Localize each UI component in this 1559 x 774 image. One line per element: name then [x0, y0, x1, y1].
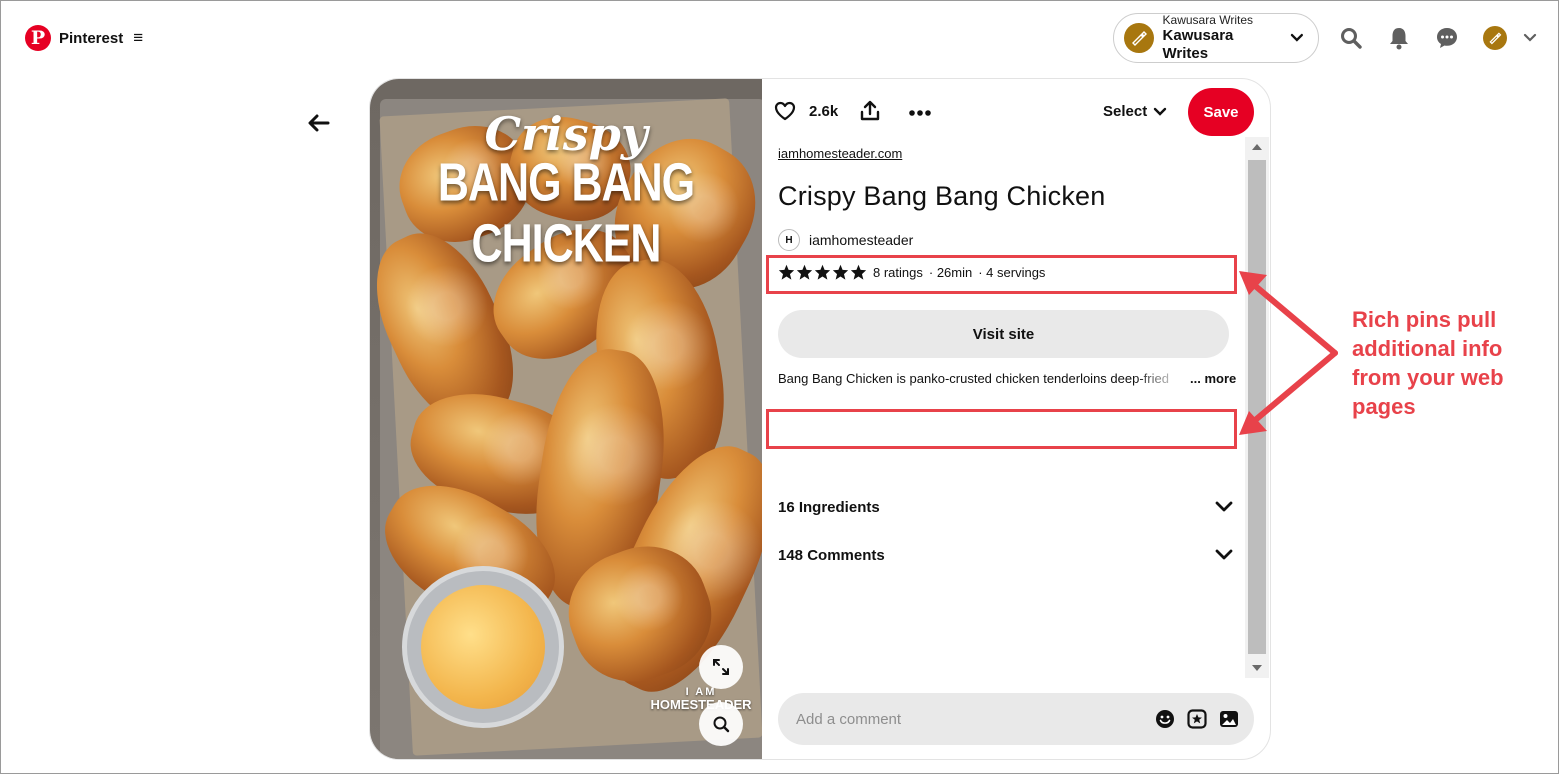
account-switcher[interactable]: Kawusara Writes Kawusara Writes: [1113, 13, 1319, 63]
account-avatar: [1124, 23, 1154, 53]
dipping-sauce-bowl: [402, 566, 564, 728]
bell-icon[interactable]: [1386, 25, 1412, 51]
chevron-down-icon: [1215, 501, 1233, 512]
brand-name: Pinterest: [59, 29, 124, 47]
account-label-small: Kawusara Writes: [1162, 12, 1254, 27]
comments-label: 148 Comments: [778, 546, 885, 564]
expand-image-button[interactable]: [699, 645, 743, 689]
board-select-label: Select: [1103, 103, 1148, 120]
comment-composer: [778, 693, 1254, 745]
watermark-line-2: HOMESTEADER: [650, 697, 752, 713]
chevron-down-icon: [1154, 107, 1167, 116]
creator-link[interactable]: H iamhomesteader: [778, 229, 913, 251]
image-watermark: I AM HOMESTEADER: [642, 686, 760, 712]
comment-input[interactable]: [796, 710, 1144, 728]
scroll-up-arrow-icon[interactable]: [1245, 137, 1269, 157]
lens-icon: [713, 716, 730, 733]
comments-accordion[interactable]: 148 Comments: [778, 538, 1233, 572]
emoji-icon[interactable]: [1154, 708, 1176, 730]
creator-logo: H: [778, 229, 800, 251]
account-menu-chevron-icon[interactable]: [1518, 25, 1542, 51]
profile-avatar[interactable]: [1483, 26, 1507, 50]
pinterest-home-link[interactable]: P Pinterest ≡: [25, 25, 143, 51]
rich-pin-meta-highlight: [766, 255, 1237, 294]
pen-icon: [1489, 32, 1502, 45]
description-text: Bang Bang Chicken is panko-crusted chick…: [778, 371, 1169, 386]
description-more-link[interactable]: ... more: [1190, 371, 1236, 386]
save-button[interactable]: Save: [1188, 88, 1254, 136]
pin-details-scroll: iamhomesteader.com Crispy Bang Bang Chic…: [762, 137, 1270, 678]
share-icon[interactable]: [860, 100, 880, 127]
scroll-down-arrow-icon[interactable]: [1245, 658, 1269, 678]
pin-title: Crispy Bang Bang Chicken: [778, 181, 1106, 211]
expand-icon: [713, 659, 729, 675]
search-icon[interactable]: [1338, 25, 1364, 51]
annotation-arrows: [1239, 271, 1338, 435]
sticker-icon[interactable]: [1186, 708, 1208, 730]
ingredients-label: 16 Ingredients: [778, 498, 880, 516]
pin-description: Bang Bang Chicken is panko-crusted chick…: [778, 371, 1237, 386]
visual-search-button[interactable]: [699, 702, 743, 746]
annotation-callout: Rich pins pull additional info from your…: [1352, 307, 1504, 419]
pinterest-logo-icon: P: [25, 25, 51, 51]
reaction-count: 2.6k: [809, 103, 839, 120]
more-options-icon[interactable]: [908, 104, 932, 122]
rich-pin-ingredients-highlight: [766, 409, 1237, 449]
pin-image[interactable]: Crispy BANG BANG CHICKEN I AM HOMESTEADE…: [370, 79, 762, 759]
pin-toolbar: 2.6k Select Save: [762, 79, 1270, 145]
back-arrow-icon[interactable]: [305, 109, 333, 137]
menu-icon[interactable]: ≡: [133, 28, 143, 48]
creator-name: iamhomesteader: [809, 232, 914, 248]
image-upload-icon[interactable]: [1218, 708, 1240, 730]
source-domain-link[interactable]: iamhomesteader.com: [778, 146, 902, 161]
chevron-down-icon: [1215, 549, 1233, 560]
chat-icon[interactable]: [1434, 25, 1460, 51]
board-select-dropdown[interactable]: Select: [1103, 103, 1167, 120]
ingredients-accordion[interactable]: 16 Ingredients: [778, 490, 1233, 524]
image-title-block: BANG BANG CHICKEN: [437, 152, 695, 274]
pen-icon: [1131, 31, 1147, 46]
chevron-down-icon: [1291, 33, 1304, 42]
visit-site-button[interactable]: Visit site: [778, 310, 1229, 358]
account-label: Kawusara Writes: [1162, 27, 1234, 63]
react-heart-icon[interactable]: [774, 101, 796, 126]
